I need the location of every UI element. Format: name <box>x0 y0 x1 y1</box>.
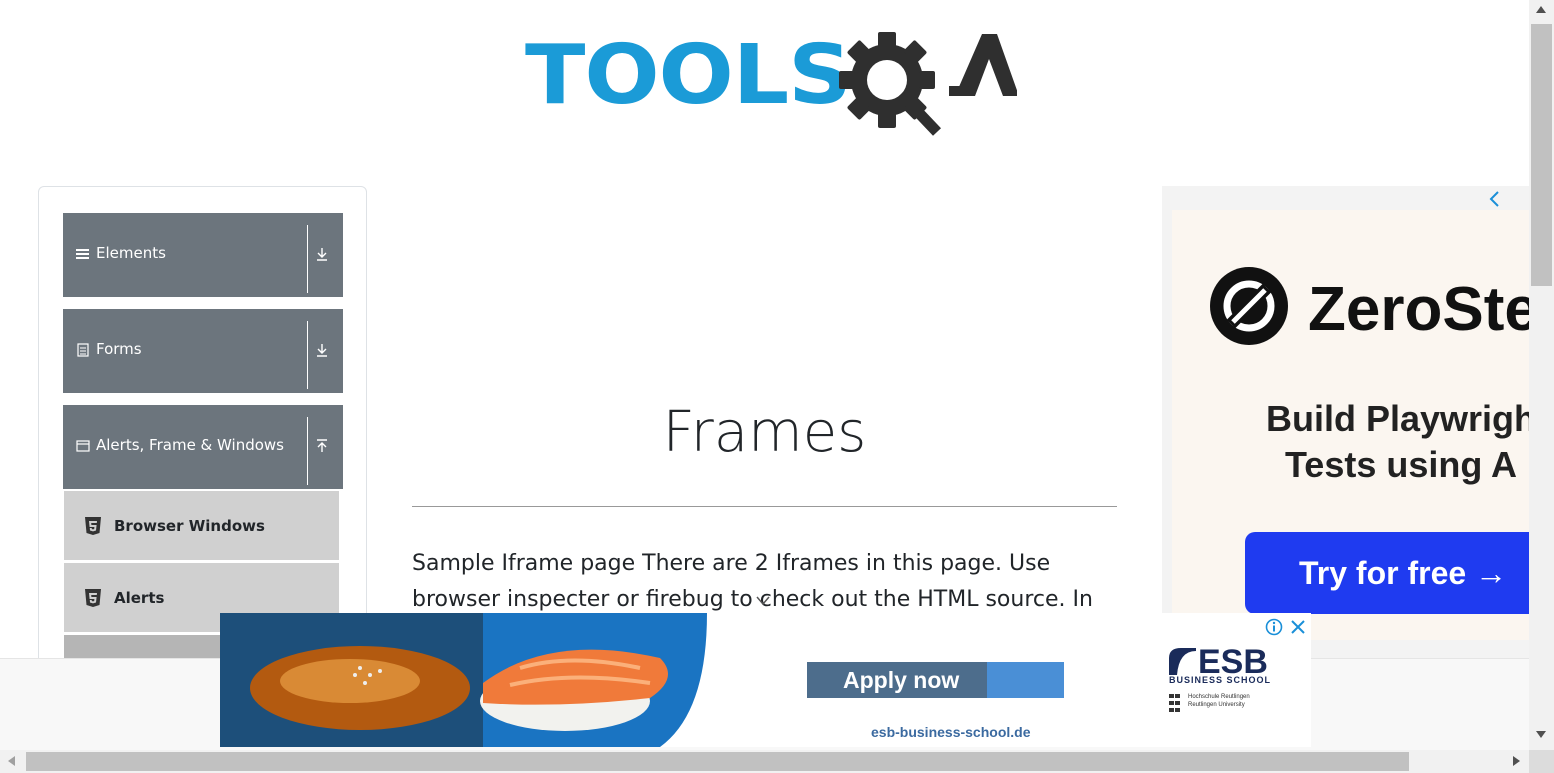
group-alerts-frame-windows[interactable]: Alerts, Frame & Windows <box>63 405 343 489</box>
scroll-down-arrow-icon[interactable] <box>1536 731 1546 739</box>
download-icon[interactable] <box>315 342 329 358</box>
hochschule-logo-icon <box>1169 694 1180 712</box>
group-label: Forms <box>96 340 142 358</box>
hamburger-icon <box>76 249 89 259</box>
html5-icon <box>85 517 101 535</box>
vertical-scroll-thumb[interactable] <box>1531 24 1552 286</box>
horizontal-scroll-thumb[interactable] <box>26 752 1409 771</box>
html5-icon <box>85 589 101 607</box>
toolsqa-logo[interactable]: TOOLS <box>525 22 1017 137</box>
page-title: Frames <box>662 400 867 465</box>
scroll-left-arrow-icon[interactable] <box>7 756 15 766</box>
ad-url[interactable]: esb-business-school.de <box>871 724 1030 740</box>
divider <box>307 225 308 293</box>
menu-item-browser-windows[interactable]: Browser Windows <box>64 491 339 561</box>
esb-logo-icon <box>1169 648 1196 675</box>
close-icon[interactable] <box>1289 618 1307 636</box>
zerostep-logo-icon <box>1210 267 1288 345</box>
esb-brand-sub: BUSINESS SCHOOL <box>1169 675 1272 685</box>
document-icon <box>77 343 89 357</box>
logo-qa-gear-icon <box>839 32 1017 136</box>
chevron-left-icon[interactable] <box>1488 190 1500 208</box>
menu-item-label: Browser Windows <box>114 517 265 535</box>
scrollbar-corner <box>1529 750 1554 773</box>
apply-now-accent <box>987 662 1064 698</box>
ad-headline-line-2: Tests using A <box>1284 444 1518 485</box>
try-for-free-button[interactable]: Try for free → <box>1245 532 1545 614</box>
scroll-up-arrow-icon[interactable] <box>1536 5 1546 13</box>
ad-headline-line-1: Build Playwrigh <box>1265 398 1537 439</box>
pretzel-sushi-image <box>220 613 707 747</box>
upload-icon[interactable] <box>315 438 329 454</box>
logo-tools-text: TOOLS <box>525 28 852 123</box>
ad-headline: Build Playwrigh Tests using A <box>1236 396 1554 488</box>
group-label: Alerts, Frame & Windows <box>96 436 284 454</box>
group-elements[interactable]: Elements <box>63 213 343 297</box>
info-icon[interactable] <box>1265 618 1283 636</box>
apply-now-button[interactable]: Apply now <box>807 662 1064 698</box>
scroll-right-arrow-icon[interactable] <box>1513 756 1521 766</box>
university-line-1: Hochschule Reutlingen <box>1188 694 1250 700</box>
group-forms[interactable]: Forms <box>63 309 343 393</box>
university-line-2: Reutlingen University <box>1188 702 1245 708</box>
chevron-down-icon <box>756 596 770 606</box>
download-icon[interactable] <box>315 246 329 262</box>
window-icon <box>76 440 90 452</box>
divider <box>307 417 308 485</box>
title-divider <box>412 506 1117 507</box>
group-label: Elements <box>96 244 166 262</box>
menu-item-label: Alerts <box>114 589 165 607</box>
left-panel: Elements Forms Alerts, Frame & Windows B… <box>38 186 367 686</box>
apply-now-label: Apply now <box>843 667 960 693</box>
ad-brand-name: ZeroSte <box>1308 275 1539 344</box>
bottom-ad-banner[interactable]: Apply now esb-business-school.de ESB BUS… <box>220 613 1311 747</box>
divider <box>307 321 308 389</box>
